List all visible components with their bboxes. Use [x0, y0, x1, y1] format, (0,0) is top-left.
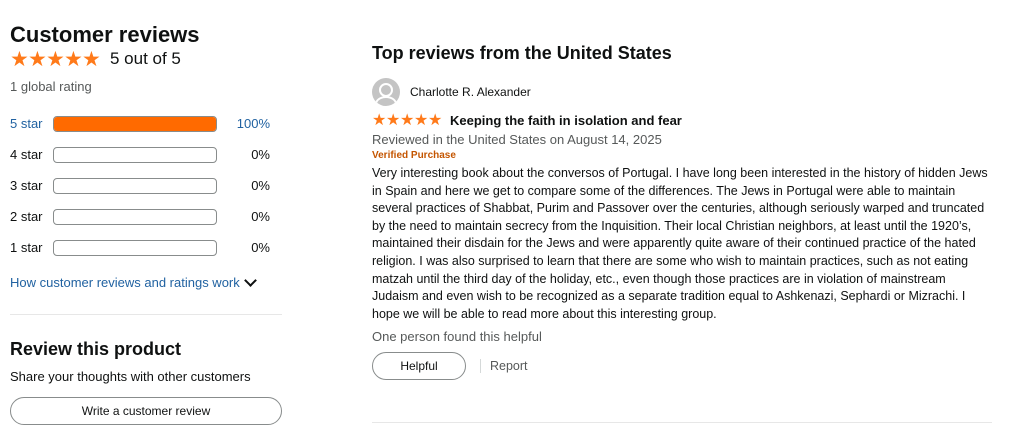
histogram-row-2-star: 2 star 0% — [10, 201, 282, 232]
histogram-label[interactable]: 5 star — [10, 116, 53, 131]
histogram-label: 3 star — [10, 178, 43, 193]
review-product-subtext: Share your thoughts with other customers — [10, 369, 251, 384]
star-icon: ★ — [372, 112, 387, 129]
star-icon: ★ — [28, 47, 47, 71]
histogram-bar — [53, 208, 217, 225]
review-stars[interactable]: ★ ★ ★ ★ ★ — [372, 112, 442, 129]
histogram-percent: 0% — [251, 178, 270, 193]
histogram-bar-fill — [54, 116, 216, 131]
helpful-count: One person found this helpful — [372, 329, 542, 345]
overall-rating: ★ ★ ★ ★ ★ 5 out of 5 — [10, 47, 282, 71]
star-icon: ★ — [414, 112, 429, 129]
histogram-label: 1 star — [10, 240, 43, 255]
section-divider — [10, 314, 282, 315]
rating-histogram: 5 star 100% 4 star 0% 3 star 0% 2 star 0… — [10, 108, 282, 263]
histogram-bar[interactable] — [53, 115, 217, 132]
how-reviews-work-text[interactable]: How customer reviews and ratings work — [10, 275, 240, 290]
overall-stars: ★ ★ ★ ★ ★ — [10, 47, 101, 71]
reviewer-profile[interactable]: Charlotte R. Alexander — [372, 78, 992, 106]
star-icon: ★ — [400, 112, 415, 129]
action-separator — [480, 359, 481, 374]
helpful-button[interactable]: Helpful — [372, 352, 466, 381]
review-body: Very interesting book about the converso… — [372, 166, 988, 321]
global-rating-count: 1 global rating — [10, 79, 92, 94]
review-date: Reviewed in the United States on August … — [372, 132, 662, 147]
avatar-head-icon — [379, 83, 393, 97]
write-review-button[interactable]: Write a customer review — [10, 397, 282, 425]
verified-purchase-badge: Verified Purchase — [372, 150, 456, 161]
histogram-bar — [53, 239, 217, 256]
review-item: Charlotte R. Alexander ★ ★ ★ ★ ★ Keeping… — [372, 78, 992, 381]
review-divider — [372, 422, 992, 423]
top-reviews-heading: Top reviews from the United States — [372, 43, 672, 63]
star-icon: ★ — [386, 112, 401, 129]
star-icon: ★ — [64, 47, 83, 71]
chevron-down-icon[interactable] — [243, 274, 257, 287]
overall-rating-text: 5 out of 5 — [110, 49, 181, 68]
avatar[interactable] — [372, 78, 400, 106]
histogram-label: 4 star — [10, 147, 43, 162]
histogram-bar — [53, 146, 217, 163]
histogram-bar — [53, 177, 217, 194]
histogram-percent: 0% — [251, 209, 270, 224]
avatar-shoulders-icon — [375, 96, 397, 106]
how-reviews-work-link[interactable]: How customer reviews and ratings work — [10, 274, 282, 290]
customer-reviews-heading: Customer reviews — [10, 22, 200, 47]
star-icon: ★ — [46, 47, 65, 71]
histogram-row-3-star: 3 star 0% — [10, 170, 282, 201]
customer-reviews-summary: Customer reviews ★ ★ ★ ★ ★ 5 out of 5 1 … — [10, 22, 282, 425]
histogram-label: 2 star — [10, 209, 43, 224]
report-link[interactable]: Report — [490, 359, 528, 373]
star-icon: ★ — [10, 47, 29, 71]
top-reviews-section: Top reviews from the United States Charl… — [372, 42, 992, 381]
histogram-row-4-star: 4 star 0% — [10, 139, 282, 170]
histogram-percent[interactable]: 100% — [217, 116, 270, 131]
review-title-row[interactable]: ★ ★ ★ ★ ★ Keeping the faith in isolation… — [372, 112, 992, 129]
review-actions: Helpful Report — [372, 352, 992, 381]
histogram-percent: 0% — [251, 147, 270, 162]
reviewer-name[interactable]: Charlotte R. Alexander — [410, 85, 531, 99]
review-title[interactable]: Keeping the faith in isolation and fear — [450, 113, 682, 128]
star-icon: ★ — [82, 47, 101, 71]
histogram-row-5-star[interactable]: 5 star 100% — [10, 108, 282, 139]
histogram-percent: 0% — [251, 240, 270, 255]
review-product-heading: Review this product — [10, 339, 182, 359]
star-icon: ★ — [428, 112, 443, 129]
histogram-row-1-star: 1 star 0% — [10, 232, 282, 263]
